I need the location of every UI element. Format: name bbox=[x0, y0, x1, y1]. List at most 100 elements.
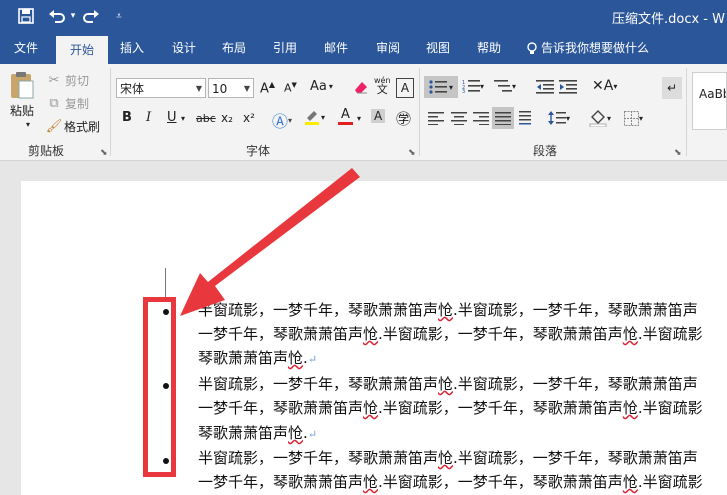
phonetic-guide-button[interactable]: wén 文 bbox=[374, 76, 391, 95]
font-color-button[interactable]: A bbox=[338, 108, 353, 125]
font-name-value: 宋体 bbox=[120, 82, 145, 96]
misspelled-word[interactable]: 怆 bbox=[623, 473, 638, 491]
tab-home[interactable]: 开始 bbox=[56, 36, 108, 64]
copy-button[interactable]: ⧉ 复制 bbox=[46, 95, 89, 112]
underline-dropdown-icon[interactable]: ▾ bbox=[181, 114, 185, 123]
italic-button[interactable]: I bbox=[146, 110, 151, 125]
font-color-dropdown-icon[interactable]: ▾ bbox=[357, 114, 361, 123]
tab-insert[interactable]: 插入 bbox=[110, 33, 154, 64]
underline-button[interactable]: U bbox=[167, 110, 177, 125]
subscript-button[interactable]: x₂ bbox=[221, 111, 233, 125]
misspelled-word[interactable]: 怆 bbox=[438, 449, 453, 467]
chevron-down-icon: ▾ bbox=[480, 81, 485, 91]
highlight-color-button[interactable]: ▾ bbox=[303, 108, 325, 126]
font-size-field[interactable]: 10 ▼ bbox=[208, 78, 254, 98]
line-text: .半窗疏影 bbox=[637, 473, 703, 491]
copy-label: 复制 bbox=[65, 97, 90, 111]
font-name-field[interactable]: 宋体 ▼ bbox=[116, 78, 206, 98]
tab-layout[interactable]: 布局 bbox=[212, 33, 256, 64]
show-hide-marks-button[interactable]: ↵ bbox=[662, 77, 682, 99]
font-color-icon: A bbox=[341, 107, 350, 122]
paragraph-line[interactable]: 一梦千年，琴歌萧萧笛声怆.半窗疏影，一梦千年，琴歌萧萧笛声怆.半窗疏影 bbox=[198, 323, 703, 344]
misspelled-word[interactable]: 怆 bbox=[623, 399, 638, 417]
grow-font-button[interactable]: A▲ bbox=[260, 80, 275, 96]
tab-design[interactable]: 设计 bbox=[162, 33, 206, 64]
misspelled-word[interactable]: 怆 bbox=[363, 399, 378, 417]
paste-button[interactable]: 粘贴 bbox=[6, 70, 38, 119]
chevron-down-icon: ▼ bbox=[243, 84, 250, 93]
chevron-down-icon: ▾ bbox=[566, 113, 571, 123]
text-effects-button[interactable]: Ⓐ ▾ bbox=[272, 108, 292, 132]
change-case-button[interactable]: Aa ▾ bbox=[310, 79, 333, 94]
tab-view[interactable]: 视图 bbox=[416, 33, 460, 64]
paragraph-line[interactable]: 琴歌萧萧笛声怆.↵ bbox=[198, 422, 317, 443]
undo-icon[interactable] bbox=[46, 6, 68, 26]
paragraph-line[interactable]: 琴歌萧萧笛声怆.↵ bbox=[198, 347, 317, 368]
lightbulb-icon bbox=[527, 41, 537, 54]
tab-review[interactable]: 审阅 bbox=[366, 33, 410, 64]
paragraph-line[interactable]: 半窗疏影，一梦千年，琴歌萧萧笛声怆.半窗疏影，一梦千年，琴歌萧萧笛声 bbox=[198, 373, 698, 394]
redo-icon[interactable] bbox=[80, 6, 102, 26]
tab-help[interactable]: 帮助 bbox=[467, 33, 511, 64]
character-shading-button[interactable]: A bbox=[371, 109, 386, 123]
strikethrough-icon: abc bbox=[196, 112, 216, 125]
tab-mailings[interactable]: 邮件 bbox=[314, 33, 358, 64]
borders-button[interactable]: ▾ bbox=[624, 111, 643, 126]
justify-button[interactable] bbox=[492, 107, 514, 129]
tab-file[interactable]: 文件 bbox=[4, 33, 48, 64]
misspelled-word[interactable]: 怆 bbox=[288, 349, 303, 367]
cut-label: 剪切 bbox=[65, 74, 90, 88]
line-text: .半窗疏影，一梦千年，琴歌萧萧笛声 bbox=[378, 473, 623, 491]
paragraph-line[interactable]: 一梦千年，琴歌萧萧笛声怆.半窗疏影，一梦千年，琴歌萧萧笛声怆.半窗疏影 bbox=[198, 471, 703, 492]
align-right-button[interactable] bbox=[473, 112, 489, 125]
align-center-button[interactable] bbox=[451, 112, 467, 125]
superscript-button[interactable]: x² bbox=[243, 111, 255, 125]
line-text: 一梦千年，琴歌萧萧笛声 bbox=[198, 325, 364, 343]
undo-dropdown-icon[interactable]: ▾ bbox=[68, 6, 78, 26]
paragraph-line[interactable]: 一梦千年，琴歌萧萧笛声怆.半窗疏影，一梦千年，琴歌萧萧笛声怆.半窗疏影 bbox=[198, 397, 703, 418]
format-painter-button[interactable]: 🖌 格式刷 bbox=[46, 118, 100, 135]
misspelled-word[interactable]: 怆 bbox=[363, 473, 378, 491]
font-launcher-icon[interactable]: ⬊ bbox=[408, 148, 416, 158]
increase-indent-button[interactable] bbox=[559, 80, 577, 94]
multilevel-list-button[interactable]: ▾ bbox=[494, 79, 516, 93]
window-title: 压缩文件.docx - W bbox=[612, 12, 725, 27]
align-left-button[interactable] bbox=[428, 112, 444, 125]
decrease-indent-button[interactable] bbox=[536, 80, 554, 94]
style-normal[interactable]: AaBbC bbox=[692, 72, 727, 130]
paragraph-line[interactable]: 半窗疏影，一梦千年，琴歌萧萧笛声怆.半窗疏影，一梦千年，琴歌萧萧笛声 bbox=[198, 447, 698, 468]
paragraph-launcher-icon[interactable]: ⬊ bbox=[674, 148, 682, 158]
chinese-layout-icon: ✕A bbox=[592, 78, 614, 94]
distributed-button[interactable] bbox=[517, 110, 533, 126]
pilcrow-icon: ↵ bbox=[666, 81, 678, 95]
bold-button[interactable]: B bbox=[122, 110, 132, 125]
ribbon-home: 粘贴 ▾ ✂ 剪切 ⧉ 复制 🖌 格式刷 剪贴板 ⬊ 宋体 ▼ 10 ▼ A▲ … bbox=[0, 64, 727, 161]
shading-button[interactable]: ▾ bbox=[589, 109, 611, 127]
save-icon[interactable] bbox=[16, 6, 36, 26]
tab-references[interactable]: 引用 bbox=[263, 33, 307, 64]
misspelled-word[interactable]: 怆 bbox=[438, 301, 453, 319]
shrink-font-button[interactable]: A▼ bbox=[284, 81, 297, 95]
numbering-button[interactable]: 1 2 3 ▾ bbox=[462, 79, 484, 93]
line-spacing-button[interactable]: ▾ bbox=[548, 110, 570, 126]
customize-quick-access-icon[interactable]: ⩡ bbox=[112, 6, 126, 26]
misspelled-word[interactable]: 怆 bbox=[623, 325, 638, 343]
character-border-button[interactable]: A bbox=[396, 78, 414, 98]
strikethrough-button[interactable]: abc bbox=[196, 112, 216, 125]
font-color-swatch bbox=[338, 122, 353, 125]
tell-me-search[interactable]: 告诉我你想要做什么 bbox=[526, 33, 662, 64]
clipboard-launcher-icon[interactable]: ⬊ bbox=[100, 148, 108, 158]
misspelled-word[interactable]: 怆 bbox=[438, 375, 453, 393]
line-text: .半窗疏影，一梦千年，琴歌萧萧笛声 bbox=[453, 301, 698, 319]
clear-formatting-button[interactable] bbox=[352, 79, 370, 95]
paragraph-line[interactable]: 半窗疏影，一梦千年，琴歌萧萧笛声怆.半窗疏影，一梦千年，琴歌萧萧笛声 bbox=[198, 299, 698, 320]
style-preview-text: AaBbC bbox=[699, 87, 726, 101]
ribbon-tabs: 文件 开始 插入 设计 布局 引用 邮件 审阅 视图 帮助 告诉我你想要做什么 bbox=[0, 33, 727, 64]
misspelled-word[interactable]: 怆 bbox=[288, 424, 303, 442]
chinese-layout-button[interactable]: ✕A ▾ bbox=[592, 78, 617, 94]
misspelled-word[interactable]: 怆 bbox=[363, 325, 378, 343]
cut-button[interactable]: ✂ 剪切 bbox=[46, 72, 89, 89]
bullets-button[interactable]: ▾ bbox=[424, 76, 458, 98]
enclose-characters-button[interactable]: ㊫ bbox=[396, 108, 411, 129]
paste-dropdown-icon[interactable]: ▾ bbox=[26, 120, 30, 129]
